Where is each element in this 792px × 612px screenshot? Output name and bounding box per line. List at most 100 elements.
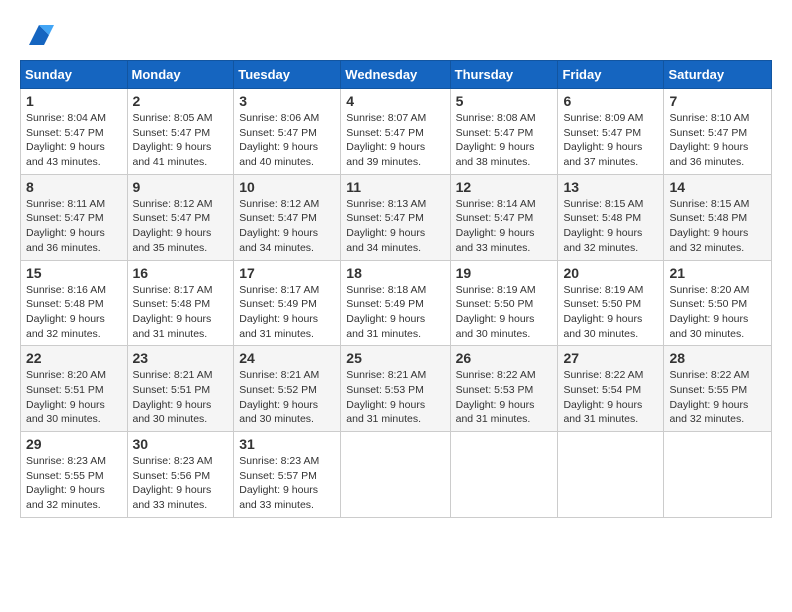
- day-number: 15: [26, 265, 122, 281]
- day-number: 6: [563, 93, 658, 109]
- day-info: Sunrise: 8:12 AM Sunset: 5:47 PM Dayligh…: [133, 197, 229, 256]
- calendar-day-cell: 4 Sunrise: 8:07 AM Sunset: 5:47 PM Dayli…: [341, 89, 450, 175]
- day-number: 21: [669, 265, 766, 281]
- day-number: 23: [133, 350, 229, 366]
- calendar-day-cell: 1 Sunrise: 8:04 AM Sunset: 5:47 PM Dayli…: [21, 89, 128, 175]
- calendar-day-cell: 3 Sunrise: 8:06 AM Sunset: 5:47 PM Dayli…: [234, 89, 341, 175]
- day-info: Sunrise: 8:19 AM Sunset: 5:50 PM Dayligh…: [563, 283, 658, 342]
- day-info: Sunrise: 8:22 AM Sunset: 5:54 PM Dayligh…: [563, 368, 658, 427]
- day-info: Sunrise: 8:08 AM Sunset: 5:47 PM Dayligh…: [456, 111, 553, 170]
- day-info: Sunrise: 8:23 AM Sunset: 5:55 PM Dayligh…: [26, 454, 122, 513]
- day-info: Sunrise: 8:12 AM Sunset: 5:47 PM Dayligh…: [239, 197, 335, 256]
- calendar-day-cell: 30 Sunrise: 8:23 AM Sunset: 5:56 PM Dayl…: [127, 432, 234, 518]
- calendar-day-cell: 20 Sunrise: 8:19 AM Sunset: 5:50 PM Dayl…: [558, 260, 664, 346]
- calendar-day-cell: [450, 432, 558, 518]
- day-info: Sunrise: 8:21 AM Sunset: 5:53 PM Dayligh…: [346, 368, 444, 427]
- day-info: Sunrise: 8:21 AM Sunset: 5:52 PM Dayligh…: [239, 368, 335, 427]
- day-number: 11: [346, 179, 444, 195]
- day-info: Sunrise: 8:14 AM Sunset: 5:47 PM Dayligh…: [456, 197, 553, 256]
- day-number: 16: [133, 265, 229, 281]
- day-number: 7: [669, 93, 766, 109]
- calendar-day-cell: 24 Sunrise: 8:21 AM Sunset: 5:52 PM Dayl…: [234, 346, 341, 432]
- logo-icon: [24, 20, 54, 50]
- calendar-day-cell: [664, 432, 772, 518]
- calendar-day-cell: 5 Sunrise: 8:08 AM Sunset: 5:47 PM Dayli…: [450, 89, 558, 175]
- day-number: 2: [133, 93, 229, 109]
- day-number: 19: [456, 265, 553, 281]
- calendar-day-cell: 14 Sunrise: 8:15 AM Sunset: 5:48 PM Dayl…: [664, 174, 772, 260]
- calendar-table: SundayMondayTuesdayWednesdayThursdayFrid…: [20, 60, 772, 518]
- day-of-week-header: Sunday: [21, 61, 128, 89]
- day-info: Sunrise: 8:22 AM Sunset: 5:53 PM Dayligh…: [456, 368, 553, 427]
- calendar-day-cell: 27 Sunrise: 8:22 AM Sunset: 5:54 PM Dayl…: [558, 346, 664, 432]
- calendar-day-cell: 18 Sunrise: 8:18 AM Sunset: 5:49 PM Dayl…: [341, 260, 450, 346]
- day-number: 3: [239, 93, 335, 109]
- calendar-week-row: 29 Sunrise: 8:23 AM Sunset: 5:55 PM Dayl…: [21, 432, 772, 518]
- day-number: 18: [346, 265, 444, 281]
- day-number: 25: [346, 350, 444, 366]
- day-number: 24: [239, 350, 335, 366]
- day-info: Sunrise: 8:20 AM Sunset: 5:50 PM Dayligh…: [669, 283, 766, 342]
- day-info: Sunrise: 8:06 AM Sunset: 5:47 PM Dayligh…: [239, 111, 335, 170]
- day-number: 8: [26, 179, 122, 195]
- day-info: Sunrise: 8:07 AM Sunset: 5:47 PM Dayligh…: [346, 111, 444, 170]
- day-of-week-header: Wednesday: [341, 61, 450, 89]
- day-info: Sunrise: 8:23 AM Sunset: 5:57 PM Dayligh…: [239, 454, 335, 513]
- day-number: 9: [133, 179, 229, 195]
- logo: [20, 20, 54, 50]
- day-info: Sunrise: 8:10 AM Sunset: 5:47 PM Dayligh…: [669, 111, 766, 170]
- day-info: Sunrise: 8:18 AM Sunset: 5:49 PM Dayligh…: [346, 283, 444, 342]
- day-info: Sunrise: 8:22 AM Sunset: 5:55 PM Dayligh…: [669, 368, 766, 427]
- day-info: Sunrise: 8:23 AM Sunset: 5:56 PM Dayligh…: [133, 454, 229, 513]
- day-number: 26: [456, 350, 553, 366]
- calendar-day-cell: 11 Sunrise: 8:13 AM Sunset: 5:47 PM Dayl…: [341, 174, 450, 260]
- calendar-day-cell: 7 Sunrise: 8:10 AM Sunset: 5:47 PM Dayli…: [664, 89, 772, 175]
- day-number: 20: [563, 265, 658, 281]
- day-of-week-header: Monday: [127, 61, 234, 89]
- day-info: Sunrise: 8:17 AM Sunset: 5:48 PM Dayligh…: [133, 283, 229, 342]
- calendar-day-cell: 21 Sunrise: 8:20 AM Sunset: 5:50 PM Dayl…: [664, 260, 772, 346]
- day-number: 17: [239, 265, 335, 281]
- day-info: Sunrise: 8:13 AM Sunset: 5:47 PM Dayligh…: [346, 197, 444, 256]
- calendar-day-cell: 16 Sunrise: 8:17 AM Sunset: 5:48 PM Dayl…: [127, 260, 234, 346]
- calendar-day-cell: 8 Sunrise: 8:11 AM Sunset: 5:47 PM Dayli…: [21, 174, 128, 260]
- day-info: Sunrise: 8:15 AM Sunset: 5:48 PM Dayligh…: [669, 197, 766, 256]
- page-header: [20, 20, 772, 50]
- day-info: Sunrise: 8:04 AM Sunset: 5:47 PM Dayligh…: [26, 111, 122, 170]
- day-number: 12: [456, 179, 553, 195]
- day-number: 13: [563, 179, 658, 195]
- day-info: Sunrise: 8:09 AM Sunset: 5:47 PM Dayligh…: [563, 111, 658, 170]
- day-number: 28: [669, 350, 766, 366]
- calendar-day-cell: 2 Sunrise: 8:05 AM Sunset: 5:47 PM Dayli…: [127, 89, 234, 175]
- day-header-row: SundayMondayTuesdayWednesdayThursdayFrid…: [21, 61, 772, 89]
- calendar-day-cell: [341, 432, 450, 518]
- calendar-day-cell: 22 Sunrise: 8:20 AM Sunset: 5:51 PM Dayl…: [21, 346, 128, 432]
- day-number: 4: [346, 93, 444, 109]
- calendar-day-cell: 12 Sunrise: 8:14 AM Sunset: 5:47 PM Dayl…: [450, 174, 558, 260]
- day-info: Sunrise: 8:15 AM Sunset: 5:48 PM Dayligh…: [563, 197, 658, 256]
- calendar-day-cell: 28 Sunrise: 8:22 AM Sunset: 5:55 PM Dayl…: [664, 346, 772, 432]
- calendar-day-cell: 9 Sunrise: 8:12 AM Sunset: 5:47 PM Dayli…: [127, 174, 234, 260]
- day-number: 5: [456, 93, 553, 109]
- calendar-week-row: 1 Sunrise: 8:04 AM Sunset: 5:47 PM Dayli…: [21, 89, 772, 175]
- day-number: 30: [133, 436, 229, 452]
- calendar-day-cell: 19 Sunrise: 8:19 AM Sunset: 5:50 PM Dayl…: [450, 260, 558, 346]
- day-info: Sunrise: 8:21 AM Sunset: 5:51 PM Dayligh…: [133, 368, 229, 427]
- calendar-day-cell: 6 Sunrise: 8:09 AM Sunset: 5:47 PM Dayli…: [558, 89, 664, 175]
- day-of-week-header: Saturday: [664, 61, 772, 89]
- calendar-week-row: 8 Sunrise: 8:11 AM Sunset: 5:47 PM Dayli…: [21, 174, 772, 260]
- calendar-week-row: 15 Sunrise: 8:16 AM Sunset: 5:48 PM Dayl…: [21, 260, 772, 346]
- day-of-week-header: Friday: [558, 61, 664, 89]
- calendar-day-cell: 26 Sunrise: 8:22 AM Sunset: 5:53 PM Dayl…: [450, 346, 558, 432]
- calendar-day-cell: 25 Sunrise: 8:21 AM Sunset: 5:53 PM Dayl…: [341, 346, 450, 432]
- day-number: 29: [26, 436, 122, 452]
- day-number: 27: [563, 350, 658, 366]
- day-info: Sunrise: 8:05 AM Sunset: 5:47 PM Dayligh…: [133, 111, 229, 170]
- day-number: 1: [26, 93, 122, 109]
- calendar-week-row: 22 Sunrise: 8:20 AM Sunset: 5:51 PM Dayl…: [21, 346, 772, 432]
- day-number: 31: [239, 436, 335, 452]
- day-info: Sunrise: 8:11 AM Sunset: 5:47 PM Dayligh…: [26, 197, 122, 256]
- calendar-day-cell: 23 Sunrise: 8:21 AM Sunset: 5:51 PM Dayl…: [127, 346, 234, 432]
- day-info: Sunrise: 8:17 AM Sunset: 5:49 PM Dayligh…: [239, 283, 335, 342]
- day-of-week-header: Tuesday: [234, 61, 341, 89]
